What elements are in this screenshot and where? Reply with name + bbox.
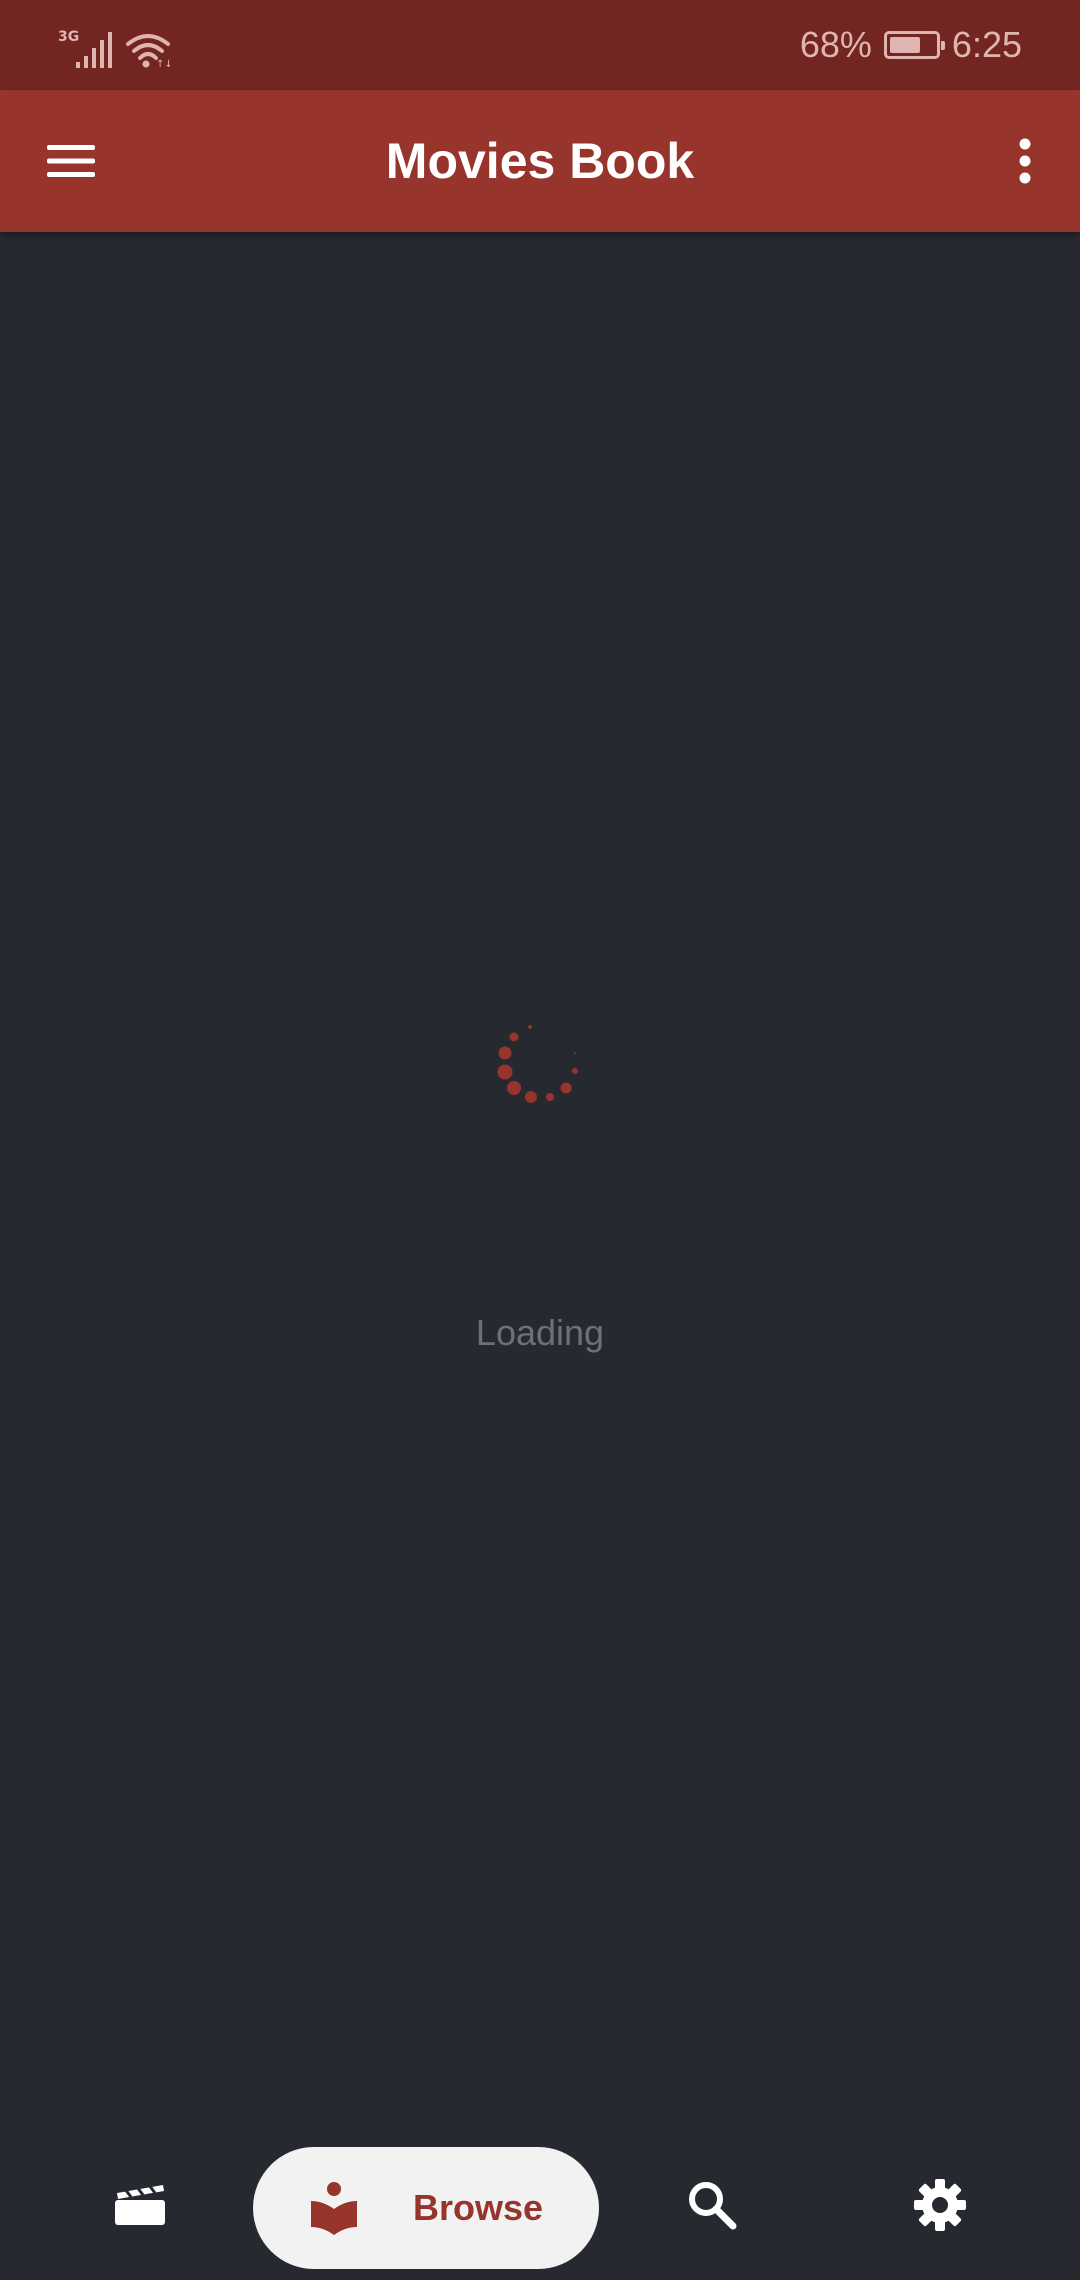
nav-item-movies[interactable] bbox=[90, 2155, 190, 2255]
status-left: 3G ↑↓ bbox=[58, 22, 170, 68]
app-screen: 3G ↑↓ 68% 6:25 Movies Book Loading Brows… bbox=[0, 0, 1080, 2280]
book-reader-icon bbox=[311, 2182, 357, 2235]
app-bar: Movies Book bbox=[0, 90, 1080, 232]
nav-item-browse-label: Browse bbox=[413, 2187, 544, 2228]
gear-icon bbox=[914, 2179, 966, 2231]
nav-item-search[interactable] bbox=[662, 2155, 762, 2255]
clock: 6:25 bbox=[951, 24, 1022, 65]
battery-icon bbox=[883, 31, 945, 59]
overflow-menu-button[interactable] bbox=[990, 126, 1060, 196]
page-title: Movies Book bbox=[385, 133, 695, 189]
bottom-navigation: Browse bbox=[0, 2130, 1080, 2280]
wifi-icon: ↑↓ bbox=[126, 34, 170, 68]
more-vert-icon bbox=[1019, 138, 1031, 184]
loading-text: Loading bbox=[475, 1312, 605, 1353]
search-icon bbox=[689, 2182, 737, 2230]
nav-item-browse[interactable]: Browse bbox=[253, 2147, 599, 2269]
nav-item-settings[interactable] bbox=[890, 2155, 990, 2255]
signal-icon: 3G bbox=[58, 29, 112, 68]
status-bar: 3G ↑↓ 68% 6:25 bbox=[0, 0, 1080, 90]
battery-percent: 68% bbox=[799, 24, 872, 65]
svg-text:↑↓: ↑↓ bbox=[156, 59, 170, 68]
clapperboard-icon bbox=[115, 2184, 165, 2225]
status-right: 68% 6:25 bbox=[800, 0, 1022, 90]
network-type-label: 3G bbox=[58, 29, 79, 45]
loading-spinner bbox=[497, 1025, 578, 1103]
